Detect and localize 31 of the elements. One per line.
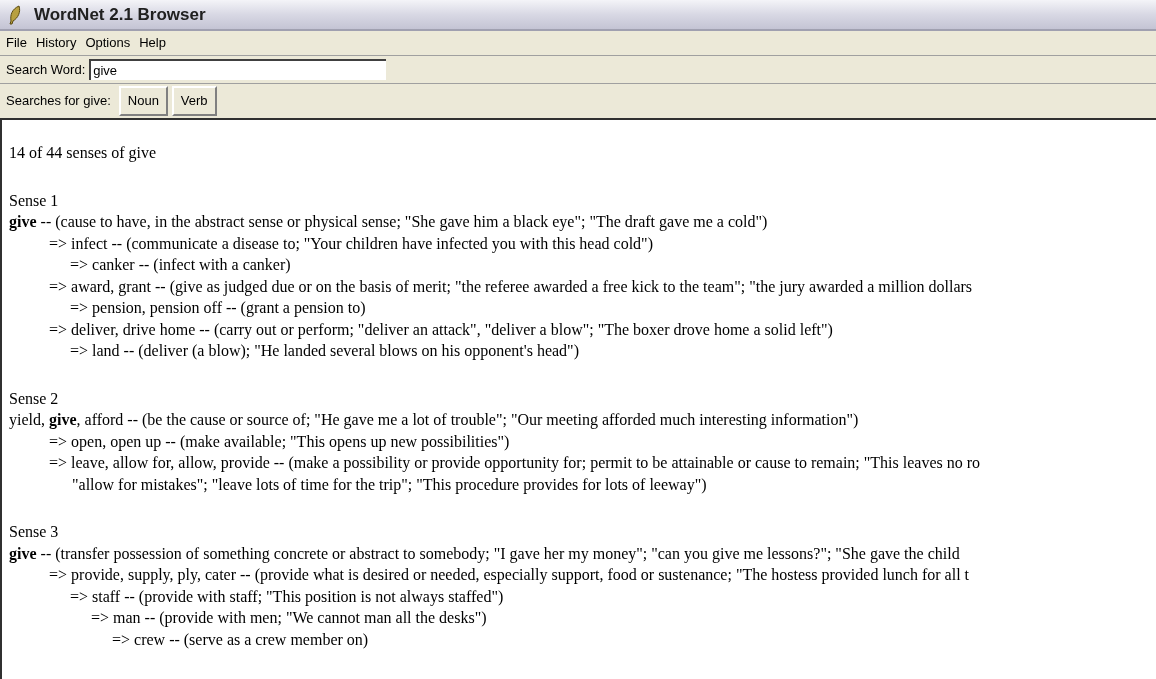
search-field[interactable]: give (89, 59, 387, 80)
pointer-line: => leave, allow for, allow, provide -- (make a possibility or provide opportunity for; permit to be attainable or cause to remain; "This leaves no ro (49, 453, 981, 474)
menu-item[interactable]: Help (139, 33, 166, 53)
sense-heading: Sense 1 (9, 190, 59, 211)
pointer-line: => provide, supply, ply, cater -- (provide what is desired or needed, especially support, food or sustenance; "The hostess provided lunch for all t (49, 565, 970, 586)
pointer-line: => deliver, drive home -- (carry out or perform; "deliver an attack", "deliver a blow"; "The boxer drove home a solid left") (49, 319, 833, 340)
pointer-line: => crew -- (serve as a crew member on) (112, 629, 369, 650)
menu-item[interactable]: File (6, 33, 27, 53)
search-button[interactable]: Verb (171, 86, 217, 116)
feather-icon (8, 4, 22, 25)
searches-label: Searches for give: (6, 92, 111, 111)
search-button[interactable]: Noun (118, 86, 168, 116)
pointer-line: => open, open up -- (make available; "This opens up new possibilities") (49, 431, 510, 452)
menu-item[interactable]: Options (85, 33, 131, 53)
pointer-line: => award, grant -- (give as judged due or on the basis of merit; "the referee awarded a free kick to the team"; "the jury awarded a million dollars (49, 276, 973, 297)
pointer-line: => land -- (deliver (a blow); "He landed several blows on his opponent's head") (70, 341, 579, 362)
sense-heading: Sense 2 (9, 388, 59, 409)
summary-text: 14 of 44 senses of give (9, 143, 157, 164)
menu-item[interactable]: History (35, 33, 77, 53)
synset-line: give -- (cause to have, in the abstract sense or physical sense; "She gave him a black eye"; "The draft gave me a cold") (9, 212, 768, 233)
window-title: WordNet 2.1 Browser (34, 3, 206, 26)
synset-line: give -- (transfer possession of something concrete or abstract to somebody; "I gave her my money"; "can you give me lessons?"; "She gave the child (9, 543, 960, 564)
pointer-line: => staff -- (provide with staff; "This position is not always staffed") (70, 586, 504, 607)
pointer-line: => infect -- (communicate a disease to; "Your children have infected you with this head cold") (49, 233, 653, 254)
pointer-line: => man -- (provide with men; "We cannot man all the desks") (91, 608, 487, 629)
pointer-line: "allow for mistakes"; "leave lots of time for the trip"; "This procedure provides for lots of leeway") (72, 474, 707, 495)
pointer-line: => canker -- (infect with a canker) (70, 255, 291, 276)
search-label: Search Word: (6, 60, 86, 79)
pointer-line: => pension, pension off -- (grant a pension to) (70, 298, 366, 319)
synset-line: yield, give, afford -- (be the cause or source of; "He gave me a lot of trouble"; "Our meeting afforded much interesting information") (9, 410, 859, 431)
sense-heading: Sense 3 (9, 522, 59, 542)
